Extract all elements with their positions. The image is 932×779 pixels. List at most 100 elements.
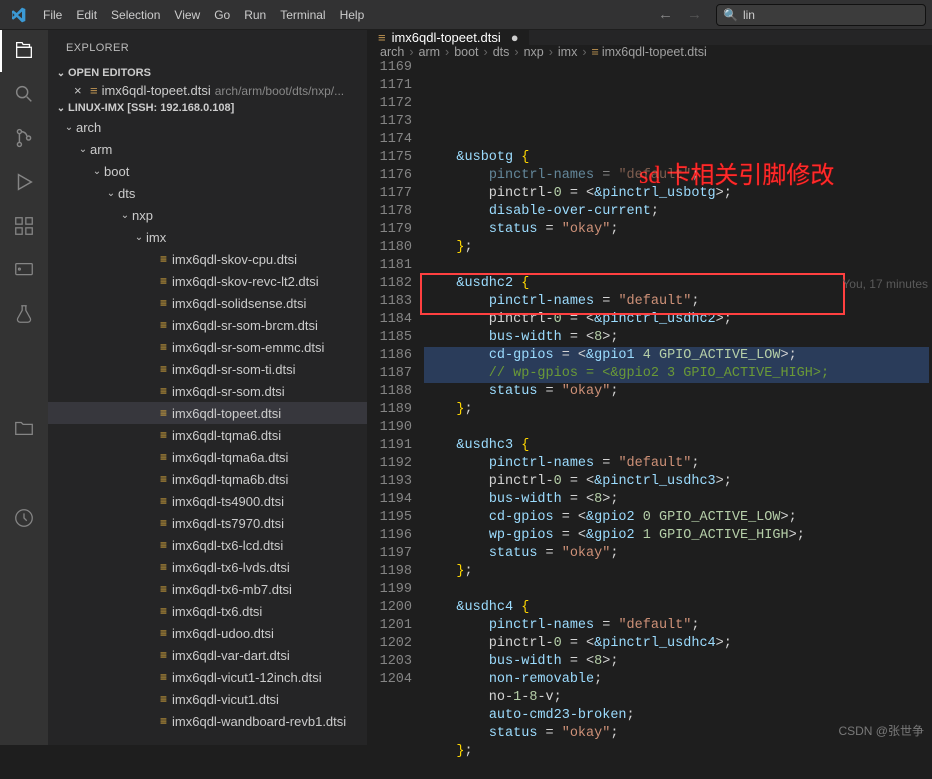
file-tree[interactable]: ⌄arch⌄arm⌄boot⌄dts⌄nxp⌄imx≡imx6qdl-skov-… <box>48 116 367 745</box>
nav-forward-icon[interactable]: → <box>687 6 702 23</box>
remote-icon[interactable] <box>12 258 36 282</box>
command-center-search[interactable]: 🔍 lin <box>716 4 926 26</box>
code-line[interactable]: pinctrl-names = "default"; <box>424 617 932 635</box>
file-item[interactable]: ≡imx6qdl-vicut1.dtsi <box>48 688 367 710</box>
code-line[interactable]: }; <box>424 401 932 419</box>
file-item[interactable]: ≡imx6qdl-sr-som-brcm.dtsi <box>48 314 367 336</box>
breadcrumb-segment[interactable]: arch <box>380 45 404 59</box>
code-line[interactable]: pinctrl-0 = <&pinctrl_usdhc4>; <box>424 635 932 653</box>
menu-selection[interactable]: Selection <box>104 8 167 22</box>
code-line[interactable]: status = "okay"; <box>424 221 932 239</box>
code-line[interactable]: cd-gpios = <&gpio2 0 GPIO_ACTIVE_LOW>; <box>424 509 932 527</box>
open-editors-header[interactable]: ⌄ OPEN EDITORS <box>48 65 367 81</box>
menu-go[interactable]: Go <box>207 8 237 22</box>
code-line[interactable] <box>424 581 932 599</box>
file-item[interactable]: ≡imx6qdl-solidsense.dtsi <box>48 292 367 314</box>
folder-nxp[interactable]: ⌄nxp <box>48 204 367 226</box>
run-debug-icon[interactable] <box>12 170 36 194</box>
code-editor[interactable]: 1169117111721173117411751176117711781179… <box>368 59 932 779</box>
file-item[interactable]: ≡imx6qdl-sr-som.dtsi <box>48 380 367 402</box>
file-item[interactable]: ≡imx6qdl-skov-cpu.dtsi <box>48 248 367 270</box>
code-line[interactable]: status = "okay"; <box>424 545 932 563</box>
file-icon: ≡ <box>160 406 167 420</box>
file-item[interactable]: ≡imx6qdl-tx6-lcd.dtsi <box>48 534 367 556</box>
code-line[interactable]: bus-width = <8>; <box>424 329 932 347</box>
file-item[interactable]: ≡imx6qdl-topeet.dtsi <box>48 402 367 424</box>
menu-edit[interactable]: Edit <box>69 8 104 22</box>
code-line[interactable] <box>424 419 932 437</box>
file-item[interactable]: ≡imx6qdl-vicut1-12inch.dtsi <box>48 666 367 688</box>
code-line[interactable]: }; <box>424 743 932 761</box>
file-item[interactable]: ≡imx6qdl-tx6-lvds.dtsi <box>48 556 367 578</box>
code-line[interactable]: // wp-gpios = <&gpio2 3 GPIO_ACTIVE_HIGH… <box>424 365 932 383</box>
chevron-down-icon: ⌄ <box>54 68 68 79</box>
code-line[interactable] <box>424 761 932 779</box>
code-line[interactable]: }; <box>424 239 932 257</box>
file-item[interactable]: ≡imx6qdl-skov-revc-lt2.dtsi <box>48 270 367 292</box>
folder-arch[interactable]: ⌄arch <box>48 116 367 138</box>
file-item[interactable]: ≡imx6qdl-udoo.dtsi <box>48 622 367 644</box>
code-line[interactable]: non-removable; <box>424 671 932 689</box>
breadcrumb-segment[interactable]: dts <box>493 45 510 59</box>
nav-back-icon[interactable]: ← <box>658 6 673 23</box>
code-line[interactable]: disable-over-current; <box>424 203 932 221</box>
menu-view[interactable]: View <box>167 8 207 22</box>
code-line[interactable]: }; <box>424 563 932 581</box>
code-content[interactable]: sd 卡相关引脚修改 You, 17 minutes &usbotg { pin… <box>424 59 932 779</box>
folder-icon[interactable] <box>12 416 36 440</box>
file-item[interactable]: ≡imx6qdl-tqma6a.dtsi <box>48 446 367 468</box>
editor-tab[interactable]: ≡ imx6qdl-topeet.dtsi ● <box>368 30 530 45</box>
menu-terminal[interactable]: Terminal <box>273 8 332 22</box>
code-line[interactable]: &usdhc4 { <box>424 599 932 617</box>
watermark: CSDN @张世争 <box>838 722 924 739</box>
code-line[interactable]: &usdhc3 { <box>424 437 932 455</box>
file-icon: ≡ <box>160 340 167 354</box>
file-item[interactable]: ≡imx6qdl-ts7970.dtsi <box>48 512 367 534</box>
code-line[interactable]: bus-width = <8>; <box>424 653 932 671</box>
breadcrumb-segment[interactable]: nxp <box>524 45 544 59</box>
dirty-indicator-icon[interactable]: ● <box>511 30 519 45</box>
folder-arm[interactable]: ⌄arm <box>48 138 367 160</box>
code-line[interactable]: bus-width = <8>; <box>424 491 932 509</box>
file-item[interactable]: ≡imx6qdl-ts4900.dtsi <box>48 490 367 512</box>
code-line[interactable] <box>424 257 932 275</box>
file-item[interactable]: ≡imx6qdl-wandboard-revb1.dtsi <box>48 710 367 732</box>
breadcrumb-segment[interactable]: imx6qdl-topeet.dtsi <box>602 45 707 59</box>
timeline-icon[interactable] <box>12 506 36 530</box>
file-item[interactable]: ≡imx6qdl-tx6-mb7.dtsi <box>48 578 367 600</box>
workspace-header[interactable]: ⌄ LINUX-IMX [SSH: 192.168.0.108] <box>48 100 367 116</box>
code-line[interactable]: wp-gpios = <&gpio2 1 GPIO_ACTIVE_HIGH>; <box>424 527 932 545</box>
breadcrumb-segment[interactable]: imx <box>558 45 577 59</box>
file-item[interactable]: ≡imx6qdl-var-dart.dtsi <box>48 644 367 666</box>
file-item[interactable]: ≡imx6qdl-sr-som-emmc.dtsi <box>48 336 367 358</box>
file-item[interactable]: ≡imx6qdl-tx6.dtsi <box>48 600 367 622</box>
folder-imx[interactable]: ⌄imx <box>48 226 367 248</box>
file-item[interactable]: ≡imx6qdl-tqma6b.dtsi <box>48 468 367 490</box>
search-activity-icon[interactable] <box>12 82 36 106</box>
code-line[interactable]: pinctrl-0 = <&pinctrl_usdhc3>; <box>424 473 932 491</box>
testing-icon[interactable] <box>12 302 36 326</box>
code-line[interactable]: pinctrl-names = "default"; <box>424 167 932 185</box>
menu-help[interactable]: Help <box>333 8 372 22</box>
folder-boot[interactable]: ⌄boot <box>48 160 367 182</box>
code-line[interactable]: pinctrl-0 = <&pinctrl_usdhc2>; <box>424 311 932 329</box>
menu-run[interactable]: Run <box>237 8 273 22</box>
code-line[interactable]: cd-gpios = <&gpio1 4 GPIO_ACTIVE_LOW>; <box>424 347 932 365</box>
folder-dts[interactable]: ⌄dts <box>48 182 367 204</box>
extensions-icon[interactable] <box>12 214 36 238</box>
code-line[interactable]: pinctrl-names = "default"; <box>424 455 932 473</box>
menu-file[interactable]: File <box>36 8 69 22</box>
file-item[interactable]: ≡imx6qdl-tqma6.dtsi <box>48 424 367 446</box>
code-line[interactable]: no-1-8-v; <box>424 689 932 707</box>
code-line[interactable]: pinctrl-names = "default"; <box>424 293 932 311</box>
close-icon[interactable]: × <box>74 83 90 98</box>
source-control-icon[interactable] <box>12 126 36 150</box>
open-editor-item[interactable]: × ≡ imx6qdl-topeet.dtsi arch/arm/boot/dt… <box>48 81 367 100</box>
breadcrumbs[interactable]: arch›arm›boot›dts›nxp›imx›≡ imx6qdl-tope… <box>368 45 932 59</box>
code-line[interactable]: status = "okay"; <box>424 383 932 401</box>
explorer-icon[interactable] <box>12 38 36 62</box>
breadcrumb-segment[interactable]: arm <box>419 45 441 59</box>
file-icon: ≡ <box>160 252 167 266</box>
breadcrumb-segment[interactable]: boot <box>454 45 478 59</box>
file-item[interactable]: ≡imx6qdl-sr-som-ti.dtsi <box>48 358 367 380</box>
